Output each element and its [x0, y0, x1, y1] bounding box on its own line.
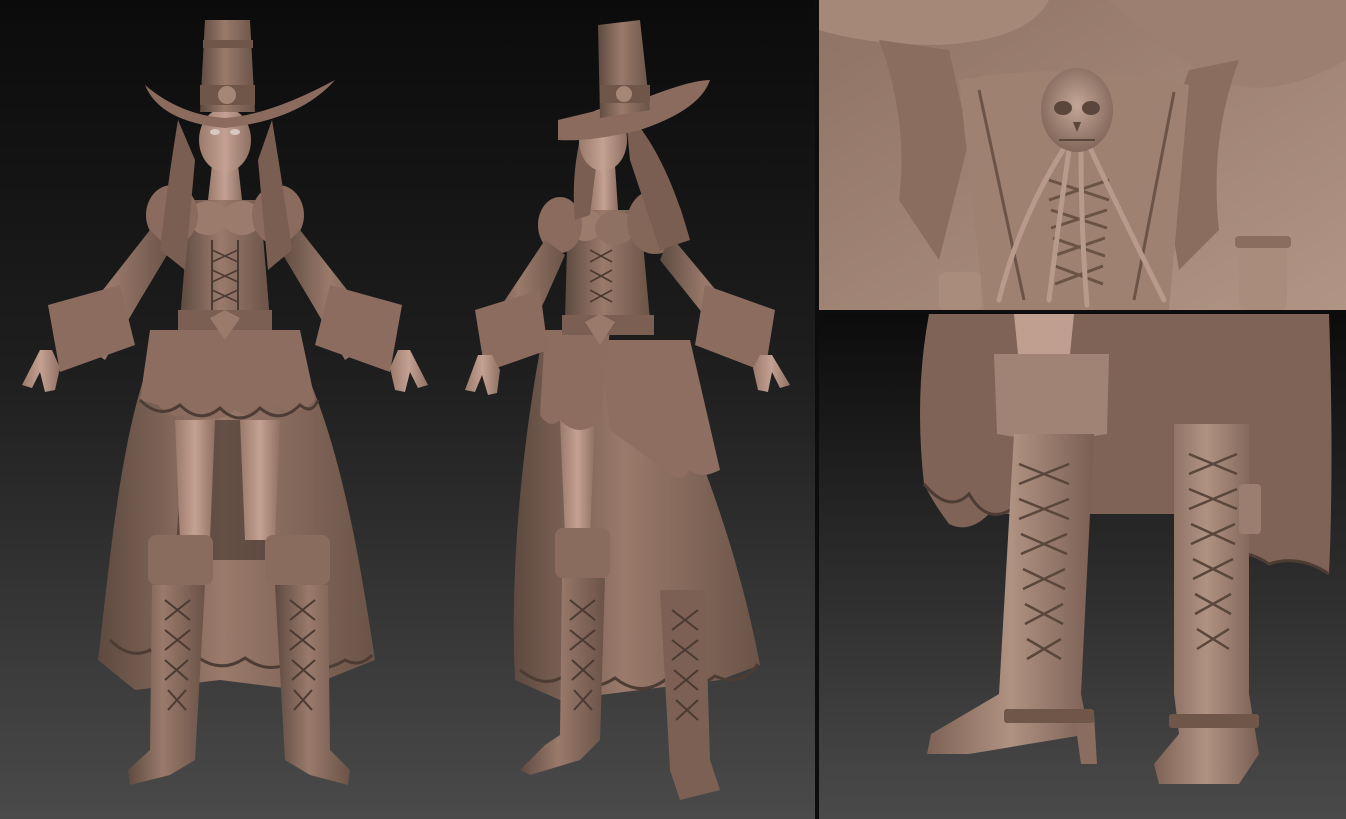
boots-closeup-panel	[819, 314, 1346, 819]
full-body-render	[0, 0, 815, 819]
corset-closeup-render	[819, 0, 1346, 310]
full-body-panel	[0, 0, 815, 819]
boots-closeup-render	[819, 314, 1346, 819]
corset-closeup-panel	[819, 0, 1346, 310]
render-sheet	[0, 0, 1346, 819]
